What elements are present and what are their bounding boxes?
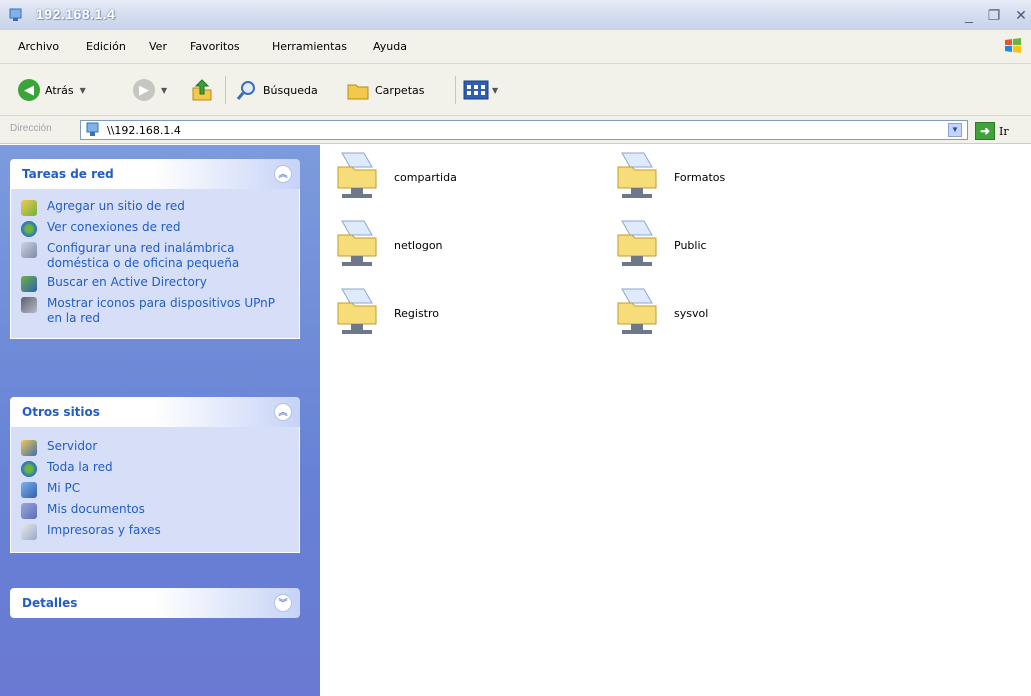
views-button[interactable]: ▼: [463, 78, 498, 102]
share-name: Registro: [394, 306, 440, 320]
shared-folders-view: compartida Formatos netlogon Public Regi…: [320, 145, 1031, 696]
place-entire-network[interactable]: Toda la red: [21, 460, 289, 477]
add-network-place-icon: [21, 200, 37, 216]
up-folder-button[interactable]: [190, 78, 214, 102]
folders-icon: [347, 84, 369, 100]
address-label: Dirección: [10, 123, 52, 134]
forward-button[interactable]: ▶ ▼: [133, 78, 167, 102]
other-places-header[interactable]: Otros sitios ︽: [10, 397, 300, 427]
my-documents-icon: [21, 503, 37, 519]
forward-arrow-icon: ▶: [133, 79, 155, 101]
toolbar-separator: [225, 76, 226, 104]
title-bar: 192.168.1.4 _ ❐ ✕: [0, 0, 1031, 30]
share-item[interactable]: Public: [614, 215, 874, 275]
minimize-button[interactable]: _: [960, 6, 978, 24]
task-add-network-place[interactable]: Agregar un sitio de red: [21, 199, 289, 216]
back-arrow-icon: ◀: [18, 79, 40, 101]
restore-button[interactable]: ❐: [985, 6, 1003, 24]
menu-favoritos[interactable]: Favoritos: [190, 40, 240, 53]
go-arrow-icon: ➜: [975, 122, 995, 140]
task-pane: Tareas de red ︽ Agregar un sitio de red …: [0, 145, 320, 696]
details-header[interactable]: Detalles ︾: [10, 588, 300, 618]
collapse-chevron-icon[interactable]: ︽: [274, 403, 292, 421]
my-computer-icon: [21, 482, 37, 498]
shared-folder-icon: [337, 152, 377, 198]
network-connections-icon: [21, 221, 37, 237]
chevron-down-icon[interactable]: ▼: [161, 86, 167, 95]
shared-folder-icon: [617, 288, 657, 334]
wireless-setup-icon: [21, 242, 37, 258]
views-grid-icon: [463, 80, 489, 100]
up-folder-icon: [192, 79, 212, 101]
task-wireless-setup[interactable]: Configurar una red inalámbrica doméstica…: [21, 241, 289, 271]
expand-chevron-icon[interactable]: ︾: [274, 594, 292, 612]
menu-ver[interactable]: Ver: [149, 40, 167, 53]
share-item[interactable]: Registro: [334, 283, 594, 343]
windows-logo-icon: [1005, 38, 1021, 53]
close-button[interactable]: ✕: [1012, 6, 1030, 24]
share-item[interactable]: sysvol: [614, 283, 874, 343]
shared-folder-icon: [337, 220, 377, 266]
menu-ayuda[interactable]: Ayuda: [373, 40, 407, 53]
task-view-connections[interactable]: Ver conexiones de red: [21, 220, 289, 237]
server-icon: [21, 440, 37, 456]
go-button[interactable]: ➜ Ir: [975, 121, 1009, 141]
menu-herramientas[interactable]: Herramientas: [272, 40, 347, 53]
task-show-upnp[interactable]: Mostrar iconos para dispositivos UPnP en…: [21, 296, 289, 326]
address-input[interactable]: \\192.168.1.4: [80, 120, 968, 140]
search-button[interactable]: Búsqueda: [236, 78, 318, 102]
entire-network-icon: [21, 461, 37, 477]
place-printers[interactable]: Impresoras y faxes: [21, 523, 289, 540]
share-name: Formatos: [674, 170, 726, 184]
share-name: Public: [674, 238, 707, 252]
directory-search-icon: [21, 276, 37, 292]
folders-button[interactable]: Carpetas: [346, 78, 424, 102]
window-title: 192.168.1.4: [36, 6, 116, 22]
menu-archivo[interactable]: Archivo: [18, 40, 59, 53]
search-icon: [236, 81, 255, 100]
share-item[interactable]: netlogon: [334, 215, 594, 275]
upnp-device-icon: [21, 297, 37, 313]
other-places-list: Servidor Toda la red Mi PC Mis documento…: [10, 427, 300, 553]
address-dropdown-icon[interactable]: ▼: [948, 123, 962, 137]
place-my-documents[interactable]: Mis documentos: [21, 502, 289, 519]
chevron-down-icon[interactable]: ▼: [80, 86, 86, 95]
place-server[interactable]: Servidor: [21, 439, 289, 456]
network-tasks-panel: Tareas de red ︽ Agregar un sitio de red …: [10, 159, 300, 339]
shared-folder-icon: [337, 288, 377, 334]
network-share-icon: [86, 122, 99, 136]
share-name: sysvol: [674, 306, 709, 320]
share-item[interactable]: Formatos: [614, 147, 874, 207]
share-item[interactable]: compartida: [334, 147, 594, 207]
shared-folder-icon: [617, 220, 657, 266]
back-button[interactable]: ◀ Atrás ▼: [18, 78, 86, 102]
shared-folder-icon: [617, 152, 657, 198]
details-panel: Detalles ︾: [10, 588, 300, 618]
printers-icon: [21, 524, 37, 540]
toolbar: ◀ Atrás ▼ ▶ ▼ Búsqueda Carpetas ▼: [0, 64, 1031, 116]
chevron-down-icon[interactable]: ▼: [492, 86, 498, 95]
network-tasks-list: Agregar un sitio de red Ver conexiones d…: [10, 189, 300, 339]
task-search-directory[interactable]: Buscar en Active Directory: [21, 275, 289, 292]
other-places-panel: Otros sitios ︽ Servidor Toda la red Mi P…: [10, 397, 300, 553]
share-name: compartida: [394, 170, 457, 184]
toolbar-separator: [455, 76, 456, 104]
collapse-chevron-icon[interactable]: ︽: [274, 165, 292, 183]
menu-edicion[interactable]: Edición: [86, 40, 126, 53]
address-bar: Dirección \\192.168.1.4 ▼ ➜ Ir: [0, 116, 1031, 144]
network-share-icon: [9, 8, 22, 21]
address-value: \\192.168.1.4: [107, 123, 181, 137]
share-name: netlogon: [394, 238, 443, 252]
network-tasks-header[interactable]: Tareas de red ︽: [10, 159, 300, 189]
menu-bar: Archivo Edición Ver Favoritos Herramient…: [0, 30, 1031, 64]
place-my-computer[interactable]: Mi PC: [21, 481, 289, 498]
